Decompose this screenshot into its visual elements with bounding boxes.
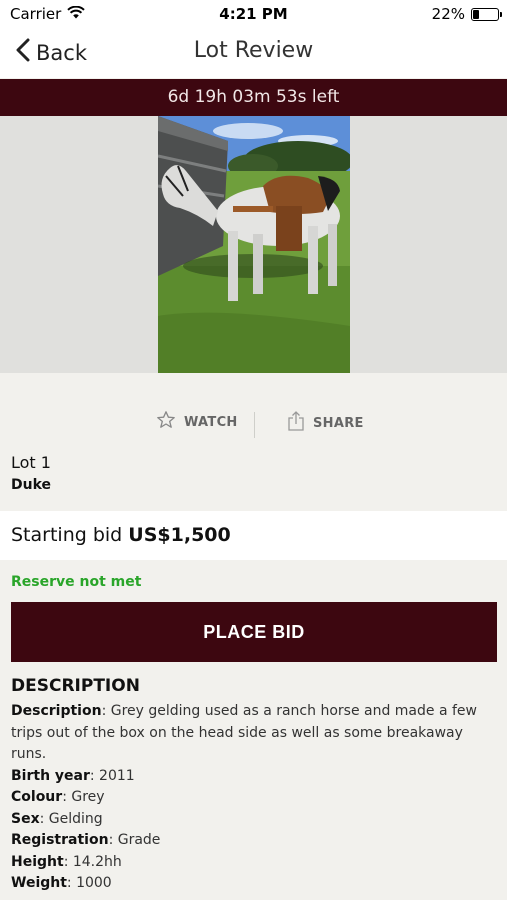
starting-bid-amount: US$1,500 (128, 524, 231, 546)
height-field: Height: 14.2hh (11, 853, 122, 870)
share-button[interactable]: SHARE (287, 410, 364, 436)
page-title: Lot Review (193, 38, 314, 63)
reserve-status: Reserve not met (11, 574, 142, 590)
colour-field: Colour: Grey (11, 789, 105, 805)
watch-button[interactable]: WATCH (156, 410, 238, 434)
watch-label: WATCH (184, 414, 238, 430)
battery-icon (471, 7, 502, 21)
place-bid-button[interactable]: PLACE BID (11, 602, 497, 662)
sex-field: Sex: Gelding (11, 810, 103, 827)
registration-field: Registration: Grade (11, 832, 161, 848)
birth-year-field: Birth year: 2011 (11, 767, 135, 784)
action-divider (254, 412, 255, 438)
navigation-bar: Back Lot Review (0, 28, 507, 78)
status-right: 22% (431, 5, 502, 23)
description-field: Description: Grey gelding used as a ranc… (11, 703, 477, 762)
battery-percent: 22% (431, 5, 465, 23)
weight-field: Weight: 1000 (11, 875, 112, 891)
lot-actions: WATCH SHARE (0, 410, 507, 440)
lot-image-area (0, 116, 507, 373)
description-body: Description: Grey gelding used as a ranc… (11, 701, 491, 895)
description-heading: DESCRIPTION (11, 676, 140, 696)
battery-fill (473, 9, 479, 19)
lot-number: Lot 1 (11, 453, 51, 472)
lot-photo[interactable] (158, 116, 350, 373)
starting-bid-label: Starting bid (11, 524, 123, 546)
status-bar: Carrier 4:21 PM 22% (0, 0, 507, 28)
starting-bid: Starting bid US$1,500 (0, 511, 507, 560)
lot-name: Duke (11, 477, 52, 493)
share-icon (287, 410, 305, 436)
countdown-timer: 6d 19h 03m 53s left (0, 79, 507, 116)
star-icon (156, 410, 176, 434)
share-label: SHARE (313, 415, 364, 431)
